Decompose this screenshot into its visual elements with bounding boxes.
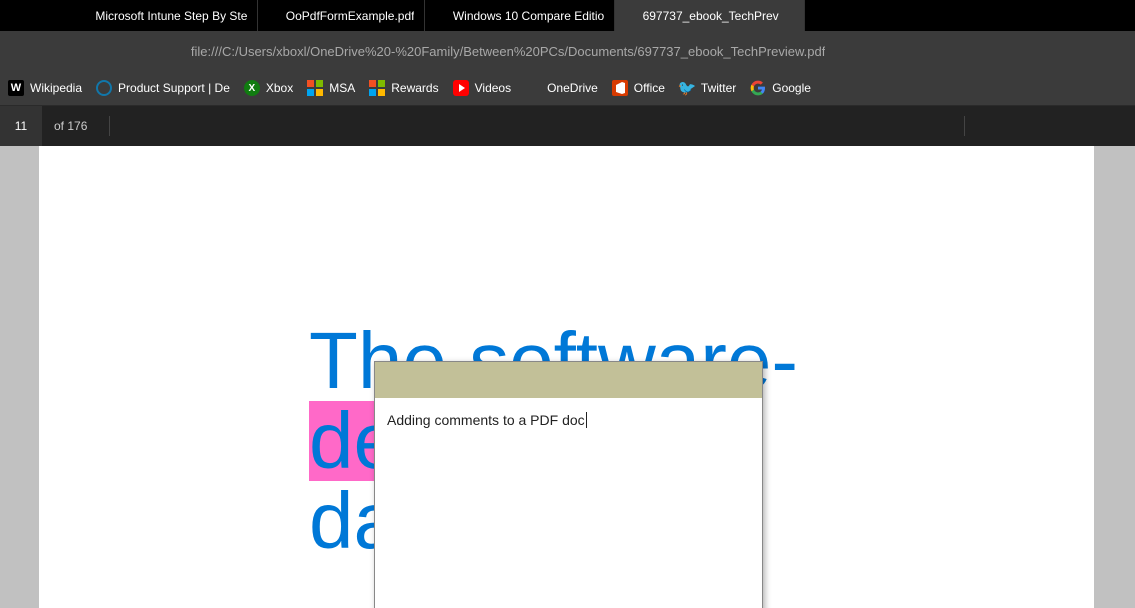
microsoft-icon	[307, 80, 323, 96]
bookmark-wikipedia[interactable]: W Wikipedia	[8, 80, 82, 96]
bookmark-product-support[interactable]: Product Support | De	[96, 80, 230, 96]
dell-icon	[96, 80, 112, 96]
rotate-button[interactable]: 	[874, 106, 914, 146]
tab-oopdf[interactable]:  OoPdfFormExample.pdf	[258, 0, 425, 31]
layout-button[interactable]: 	[914, 106, 954, 146]
microsoft-icon	[369, 80, 385, 96]
contents-button[interactable]: 	[120, 106, 160, 146]
separator	[109, 116, 110, 136]
navbar:      file:///C:/Users/xboxl/OneDriv…	[0, 31, 1135, 71]
bookmark-msa[interactable]: MSA	[307, 80, 355, 96]
confirm-icon[interactable]: 	[739, 372, 750, 388]
close-icon[interactable]: 	[787, 11, 794, 21]
new-tab-button[interactable]: 	[805, 0, 850, 31]
set-aside-icon[interactable]: 	[34, 0, 68, 31]
bookmarks-bar: W Wikipedia Product Support | De X Xbox …	[0, 71, 1135, 106]
bookmark-label: Office	[634, 81, 665, 95]
bookmark-google[interactable]: Google	[750, 80, 811, 96]
bookmark-xbox[interactable]: X Xbox	[244, 80, 293, 96]
bookmark-label: Wikipedia	[30, 81, 82, 95]
more-button[interactable]: 	[1093, 31, 1129, 71]
pdf-icon: 	[625, 8, 634, 23]
bookmark-label: Rewards	[391, 81, 438, 95]
twitter-icon: 🐦	[679, 80, 695, 96]
refresh-button[interactable]: 	[82, 31, 118, 71]
save-button[interactable]: 	[1055, 106, 1095, 146]
wikipedia-icon: W	[8, 80, 24, 96]
bookmark-label: MSA	[329, 81, 355, 95]
comment-popup[interactable]:  Adding comments to a PDF doc 	[374, 361, 763, 608]
bookmark-videos[interactable]: Videos	[453, 80, 511, 96]
search-button[interactable]: 	[160, 106, 200, 146]
xbox-icon: X	[244, 80, 260, 96]
comment-textarea[interactable]: Adding comments to a PDF doc	[375, 398, 762, 442]
address-bar[interactable]:  file:///C:/Users/xboxl/OneDrive%20-%20…	[164, 35, 941, 67]
fit-page-button[interactable]: 	[754, 106, 794, 146]
info-icon: 	[172, 43, 183, 59]
page-total: of 176	[42, 119, 99, 133]
bookmark-label: Twitter	[701, 81, 736, 95]
tab-strip:  Microsoft Intune Step By Ste  OoPdfFo…	[68, 0, 805, 31]
pdf-viewport[interactable]: The software- defined datacenter Whether…	[0, 146, 1135, 608]
url-text: file:///C:/Users/xboxl/OneDrive%20-%20Fa…	[191, 44, 825, 59]
save-as-button[interactable]: 	[1095, 106, 1135, 146]
tab-preview-button[interactable]: 	[850, 0, 895, 31]
tab-label: 697737_ebook_TechPrev	[643, 9, 779, 23]
pdf-toolbar: 11 of 176           	[0, 106, 1135, 146]
minimize-button[interactable]: 	[1000, 0, 1045, 31]
pdf-icon: 	[78, 8, 87, 23]
comment-header: 	[375, 362, 762, 398]
tab-intune[interactable]:  Microsoft Intune Step By Ste	[68, 0, 258, 31]
bookmark-label: Google	[772, 81, 811, 95]
comment-text: Adding comments to a PDF doc	[387, 412, 587, 428]
bookmark-twitter[interactable]: 🐦 Twitter	[679, 80, 736, 96]
bookmark-label: Product Support | De	[118, 81, 230, 95]
forward-button[interactable]: 	[44, 31, 80, 71]
print-button[interactable]: 	[1015, 106, 1055, 146]
home-button[interactable]: 	[120, 31, 156, 71]
window-controls:   	[1000, 0, 1135, 31]
bookmark-onedrive[interactable]:  OneDrive	[525, 80, 598, 96]
titlebar:    Microsoft Intune Step By Ste  OoP…	[0, 0, 1135, 31]
favorites-hub-button[interactable]: 	[985, 31, 1021, 71]
notes-button[interactable]: 	[1021, 31, 1057, 71]
favorite-button[interactable]: 	[949, 31, 985, 71]
maximize-button[interactable]: 	[1045, 0, 1090, 31]
onedrive-icon: 	[525, 80, 541, 96]
tab-label: Microsoft Intune Step By Ste	[95, 9, 247, 23]
office-icon	[612, 80, 628, 96]
bookmark-label: Videos	[475, 81, 511, 95]
pdf-icon: 	[435, 8, 444, 23]
bookmark-rewards[interactable]: Rewards	[369, 80, 438, 96]
navbar-right:     	[949, 31, 1129, 71]
youtube-icon	[453, 80, 469, 96]
read-aloud-button[interactable]: 	[975, 106, 1015, 146]
cascade-icon[interactable]: 	[0, 0, 34, 31]
zoom-in-button[interactable]: 	[834, 106, 874, 146]
close-button[interactable]: 	[1090, 0, 1135, 31]
tab-label: Windows 10 Compare Editio	[453, 9, 604, 23]
tab-label: OoPdfFormExample.pdf	[286, 9, 415, 23]
bookmark-label: OneDrive	[547, 81, 598, 95]
tab-actions:  	[805, 0, 895, 31]
tab-win10[interactable]:  Windows 10 Compare Editio	[425, 0, 615, 31]
pdf-icon: 	[268, 8, 277, 23]
share-button[interactable]: 	[1057, 31, 1093, 71]
tab-ebook[interactable]:  697737_ebook_TechPrev 	[615, 0, 804, 31]
back-button[interactable]: 	[6, 31, 42, 71]
google-icon	[750, 80, 766, 96]
bookmark-office[interactable]: Office	[612, 80, 665, 96]
bookmark-label: Xbox	[266, 81, 293, 95]
separator	[964, 116, 965, 136]
page-number-input[interactable]: 11	[0, 106, 42, 146]
zoom-out-button[interactable]: 	[794, 106, 834, 146]
